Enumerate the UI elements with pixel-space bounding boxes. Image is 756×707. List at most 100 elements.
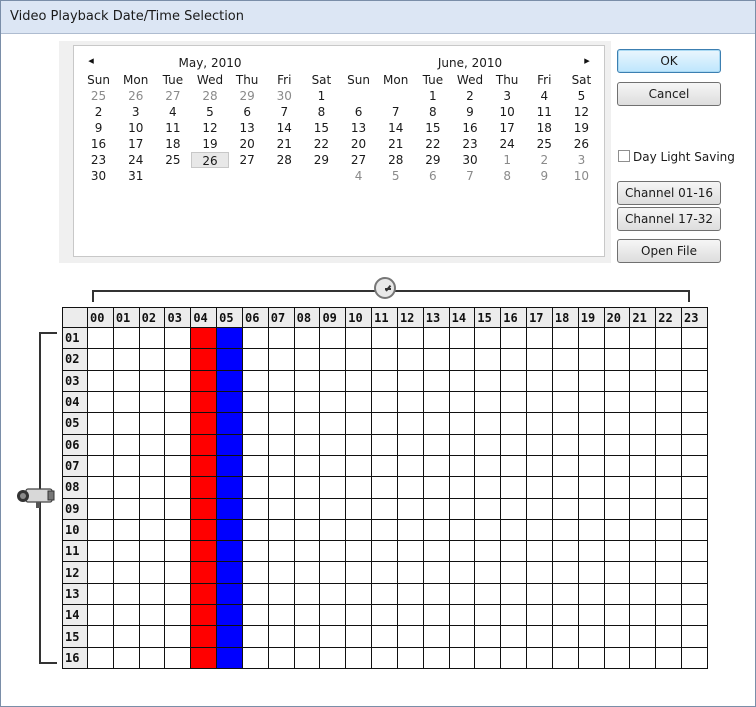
timeline-cell[interactable] [164,433,192,456]
timeline-cell[interactable] [551,518,579,542]
timeline-cell[interactable] [138,604,166,627]
timeline-cell[interactable] [319,625,347,648]
timeline-cell[interactable] [164,369,192,392]
hour-header[interactable]: 06 [241,307,269,328]
calendar-day[interactable]: 30 [80,168,117,184]
timeline-cell[interactable] [655,369,683,392]
timeline-cell[interactable] [371,625,398,648]
timeline-cell[interactable] [603,476,631,499]
timeline-cell[interactable] [319,348,347,371]
timeline-cell[interactable] [319,561,347,584]
timeline-cell[interactable] [629,348,657,371]
timeline-cell[interactable] [164,518,192,542]
recorded-cell[interactable] [216,476,243,499]
timeline-cell[interactable] [138,646,166,670]
channel-header[interactable]: 11 [62,540,88,563]
timeline-cell[interactable] [577,561,605,584]
timeline-cell[interactable] [396,518,424,542]
timeline-cell[interactable] [474,582,502,606]
timeline-cell[interactable] [577,454,605,478]
timeline-cell[interactable] [267,476,295,499]
recorded-cell[interactable] [216,390,243,414]
timeline-cell[interactable] [681,646,708,670]
recorded-cell[interactable] [190,390,218,414]
timeline-cell[interactable] [112,518,140,542]
timeline-cell[interactable] [629,625,657,648]
timeline-cell[interactable] [551,433,579,456]
timeline-cell[interactable] [681,518,708,542]
hour-header[interactable]: 10 [345,307,373,328]
timeline-cell[interactable] [345,540,373,563]
channel-header[interactable]: 09 [62,497,88,520]
timeline-cell[interactable] [681,412,708,435]
timeline-cell[interactable] [396,326,424,350]
hour-header[interactable]: 21 [629,307,657,328]
timeline-cell[interactable] [319,497,347,520]
timeline-cell[interactable] [681,497,708,520]
calendar-day[interactable]: 8 [414,104,451,120]
day-light-saving-checkbox[interactable] [618,150,630,162]
channel-header[interactable]: 13 [62,582,88,606]
timeline-cell[interactable] [422,497,450,520]
timeline-cell[interactable] [474,476,502,499]
timeline-cell[interactable] [629,390,657,414]
timeline-cell[interactable] [629,476,657,499]
timeline-cell[interactable] [577,497,605,520]
timeline-cell[interactable] [551,582,579,606]
timeline-cell[interactable] [87,646,114,670]
channel-header[interactable]: 10 [62,518,88,542]
timeline-cell[interactable] [87,561,114,584]
timeline-cell[interactable] [112,390,140,414]
calendar-day[interactable]: 4 [340,168,377,184]
timeline-cell[interactable] [681,369,708,392]
recorded-cell[interactable] [190,561,218,584]
timeline-cell[interactable] [551,561,579,584]
calendar-day[interactable]: 25 [526,136,563,152]
timeline-cell[interactable] [448,390,476,414]
timeline-cell[interactable] [681,476,708,499]
timeline-cell[interactable] [500,561,528,584]
timeline-cell[interactable] [293,454,321,478]
timeline-cell[interactable] [500,625,528,648]
timeline-cell[interactable] [526,604,553,627]
hour-header[interactable]: 02 [138,307,166,328]
timeline-cell[interactable] [241,646,269,670]
calendar-day[interactable]: 19 [191,136,228,152]
timeline-cell[interactable] [500,348,528,371]
timeline-cell[interactable] [551,625,579,648]
timeline-cell[interactable] [293,497,321,520]
timeline-cell[interactable] [422,390,450,414]
timeline-cell[interactable] [474,625,502,648]
timeline-cell[interactable] [603,625,631,648]
timeline-cell[interactable] [164,497,192,520]
timeline-cell[interactable] [345,326,373,350]
timeline-cell[interactable] [267,348,295,371]
timeline-cell[interactable] [474,348,502,371]
timeline-cell[interactable] [293,348,321,371]
recorded-cell[interactable] [190,540,218,563]
timeline-cell[interactable] [138,390,166,414]
timeline-cell[interactable] [474,412,502,435]
timeline-cell[interactable] [448,540,476,563]
calendar-day[interactable]: 12 [563,104,600,120]
timeline-cell[interactable] [267,497,295,520]
timeline-cell[interactable] [603,561,631,584]
timeline-cell[interactable] [448,433,476,456]
timeline-cell[interactable] [138,518,166,542]
timeline-cell[interactable] [138,412,166,435]
calendar-day[interactable]: 28 [377,152,414,168]
timeline-cell[interactable] [396,625,424,648]
timeline-cell[interactable] [112,348,140,371]
timeline-cell[interactable] [87,326,114,350]
timeline-cell[interactable] [319,326,347,350]
timeline-cell[interactable] [267,561,295,584]
timeline-cell[interactable] [526,625,553,648]
timeline-cell[interactable] [500,497,528,520]
timeline-cell[interactable] [319,518,347,542]
timeline-cell[interactable] [345,390,373,414]
timeline-cell[interactable] [396,433,424,456]
hour-header[interactable]: 07 [267,307,295,328]
calendar-day[interactable]: 16 [451,120,488,136]
calendar-day[interactable]: 13 [340,120,377,136]
timeline-cell[interactable] [241,326,269,350]
